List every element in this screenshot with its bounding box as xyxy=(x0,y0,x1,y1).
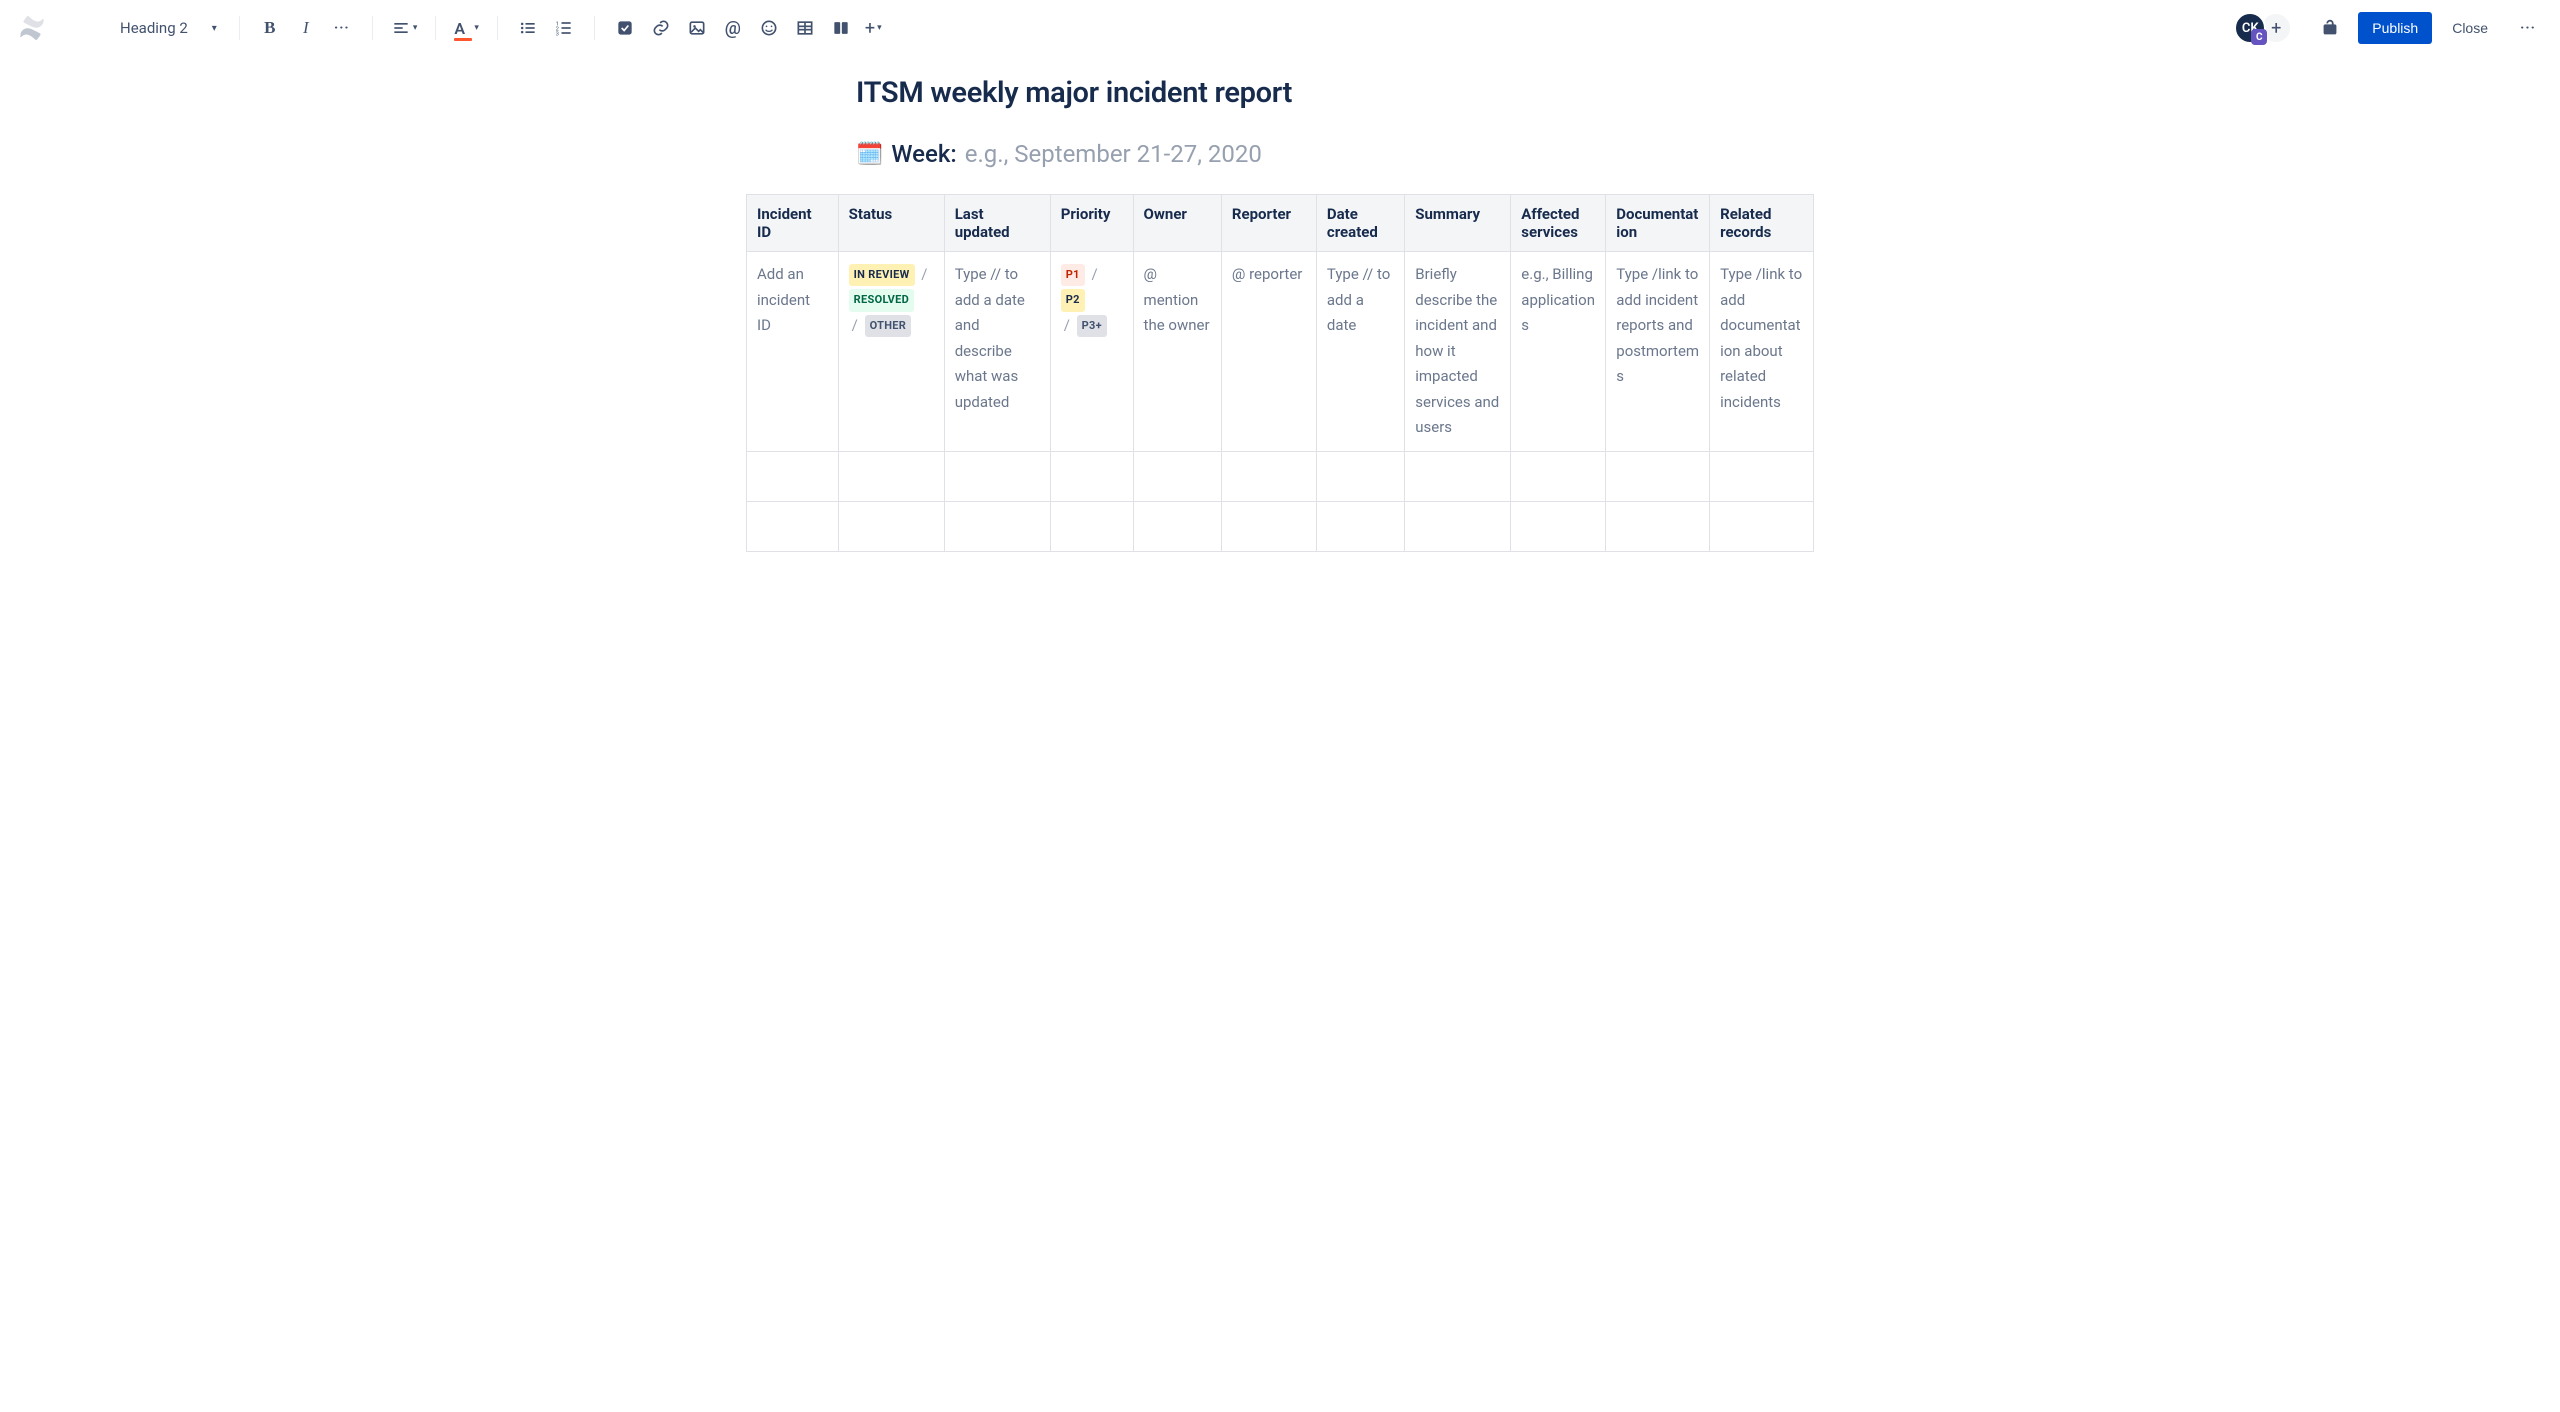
chevron-down-icon: ▾ xyxy=(413,23,418,33)
cell-date-created[interactable]: Type // to add a date xyxy=(1316,252,1404,452)
editor-toolbar: Heading 2 ▾ B I ··· ▾ A ▾ 123 @ + ▾ xyxy=(0,0,2560,56)
avatar[interactable]: CK C xyxy=(2234,12,2266,44)
toolbar-divider xyxy=(372,16,373,40)
col-priority[interactable]: Priority xyxy=(1050,195,1133,252)
status-resolved[interactable]: RESOLVED xyxy=(849,289,914,312)
col-last-updated[interactable]: Last updated xyxy=(944,195,1050,252)
more-actions-button[interactable]: ··· xyxy=(2512,12,2544,44)
separator: / xyxy=(921,265,927,283)
alignment-dropdown[interactable]: ▾ xyxy=(387,12,422,44)
chevron-down-icon: ▾ xyxy=(877,23,882,33)
cell-incident-id[interactable]: Add an incident ID xyxy=(747,252,839,452)
text-style-label: Heading 2 xyxy=(120,19,188,37)
chevron-down-icon: ▾ xyxy=(212,23,217,34)
priority-p2[interactable]: P2 xyxy=(1061,289,1085,312)
week-placeholder: e.g., September 21-27, 2020 xyxy=(965,140,1262,168)
table-row[interactable] xyxy=(747,501,1814,551)
cell-affected-services[interactable]: e.g., Billing applications xyxy=(1511,252,1606,452)
col-date-created[interactable]: Date created xyxy=(1316,195,1404,252)
toolbar-divider xyxy=(594,16,595,40)
chevron-down-icon: ▾ xyxy=(474,23,479,33)
cell-documentation[interactable]: Type /link to add incident reports and p… xyxy=(1606,252,1710,452)
col-owner[interactable]: Owner xyxy=(1133,195,1221,252)
action-item-button[interactable] xyxy=(609,12,641,44)
more-formatting-button[interactable]: ··· xyxy=(326,12,358,44)
week-label: Week: xyxy=(891,140,956,168)
col-related-records[interactable]: Related records xyxy=(1710,195,1814,252)
col-incident-id[interactable]: Incident ID xyxy=(747,195,839,252)
table-row[interactable]: Add an incident ID IN REVIEW / RESOLVED … xyxy=(747,252,1814,452)
text-style-dropdown[interactable]: Heading 2 ▾ xyxy=(112,15,225,41)
table-row[interactable] xyxy=(747,451,1814,501)
svg-text:3: 3 xyxy=(556,32,559,38)
calendar-icon: 🗓️ xyxy=(856,142,883,167)
emoji-button[interactable] xyxy=(753,12,785,44)
col-reporter[interactable]: Reporter xyxy=(1221,195,1316,252)
mention-button[interactable]: @ xyxy=(717,12,749,44)
toolbar-divider xyxy=(497,16,498,40)
numbered-list-button[interactable]: 123 xyxy=(548,12,580,44)
cell-summary[interactable]: Briefly describe the incident and how it… xyxy=(1405,252,1511,452)
toolbar-divider xyxy=(435,16,436,40)
status-other[interactable]: OTHER xyxy=(865,315,912,338)
separator: / xyxy=(1091,265,1097,283)
insert-dropdown[interactable]: + ▾ xyxy=(861,12,886,44)
link-button[interactable] xyxy=(645,12,677,44)
confluence-logo xyxy=(16,12,48,44)
cell-reporter[interactable]: @ reporter xyxy=(1221,252,1316,452)
italic-button[interactable]: I xyxy=(290,12,322,44)
priority-p1[interactable]: P1 xyxy=(1061,264,1085,287)
col-status[interactable]: Status xyxy=(838,195,944,252)
cell-priority[interactable]: P1 / P2 / P3+ xyxy=(1050,252,1133,452)
bullet-list-button[interactable] xyxy=(512,12,544,44)
separator: / xyxy=(852,316,858,334)
avatar-badge: C xyxy=(2251,29,2267,45)
close-button[interactable]: Close xyxy=(2440,12,2500,44)
restrictions-button[interactable] xyxy=(2314,12,2346,44)
bold-button[interactable]: B xyxy=(254,12,286,44)
layouts-button[interactable] xyxy=(825,12,857,44)
cell-last-updated[interactable]: Type // to add a date and describe what … xyxy=(944,252,1050,452)
publish-button[interactable]: Publish xyxy=(2358,12,2432,44)
cell-status[interactable]: IN REVIEW / RESOLVED / OTHER xyxy=(838,252,944,452)
cell-related-records[interactable]: Type /link to add documentation about re… xyxy=(1710,252,1814,452)
incident-table[interactable]: Incident ID Status Last updated Priority… xyxy=(746,194,1814,552)
week-heading[interactable]: 🗓️ Week: e.g., September 21-27, 2020 xyxy=(856,140,1814,168)
table-header-row: Incident ID Status Last updated Priority… xyxy=(747,195,1814,252)
status-in-review[interactable]: IN REVIEW xyxy=(849,264,915,287)
image-button[interactable] xyxy=(681,12,713,44)
editor-content[interactable]: ITSM weekly major incident report 🗓️ Wee… xyxy=(730,76,1830,552)
col-affected-services[interactable]: Affected services xyxy=(1511,195,1606,252)
collaborators: CK C + xyxy=(2234,12,2292,44)
table-button[interactable] xyxy=(789,12,821,44)
text-color-dropdown[interactable]: A ▾ xyxy=(450,12,483,44)
col-documentation[interactable]: Documentation xyxy=(1606,195,1710,252)
cell-owner[interactable]: @ mention the owner xyxy=(1133,252,1221,452)
toolbar-divider xyxy=(239,16,240,40)
separator: / xyxy=(1064,316,1070,334)
page-title[interactable]: ITSM weekly major incident report xyxy=(856,76,1814,110)
priority-p3[interactable]: P3+ xyxy=(1077,315,1107,338)
col-summary[interactable]: Summary xyxy=(1405,195,1511,252)
